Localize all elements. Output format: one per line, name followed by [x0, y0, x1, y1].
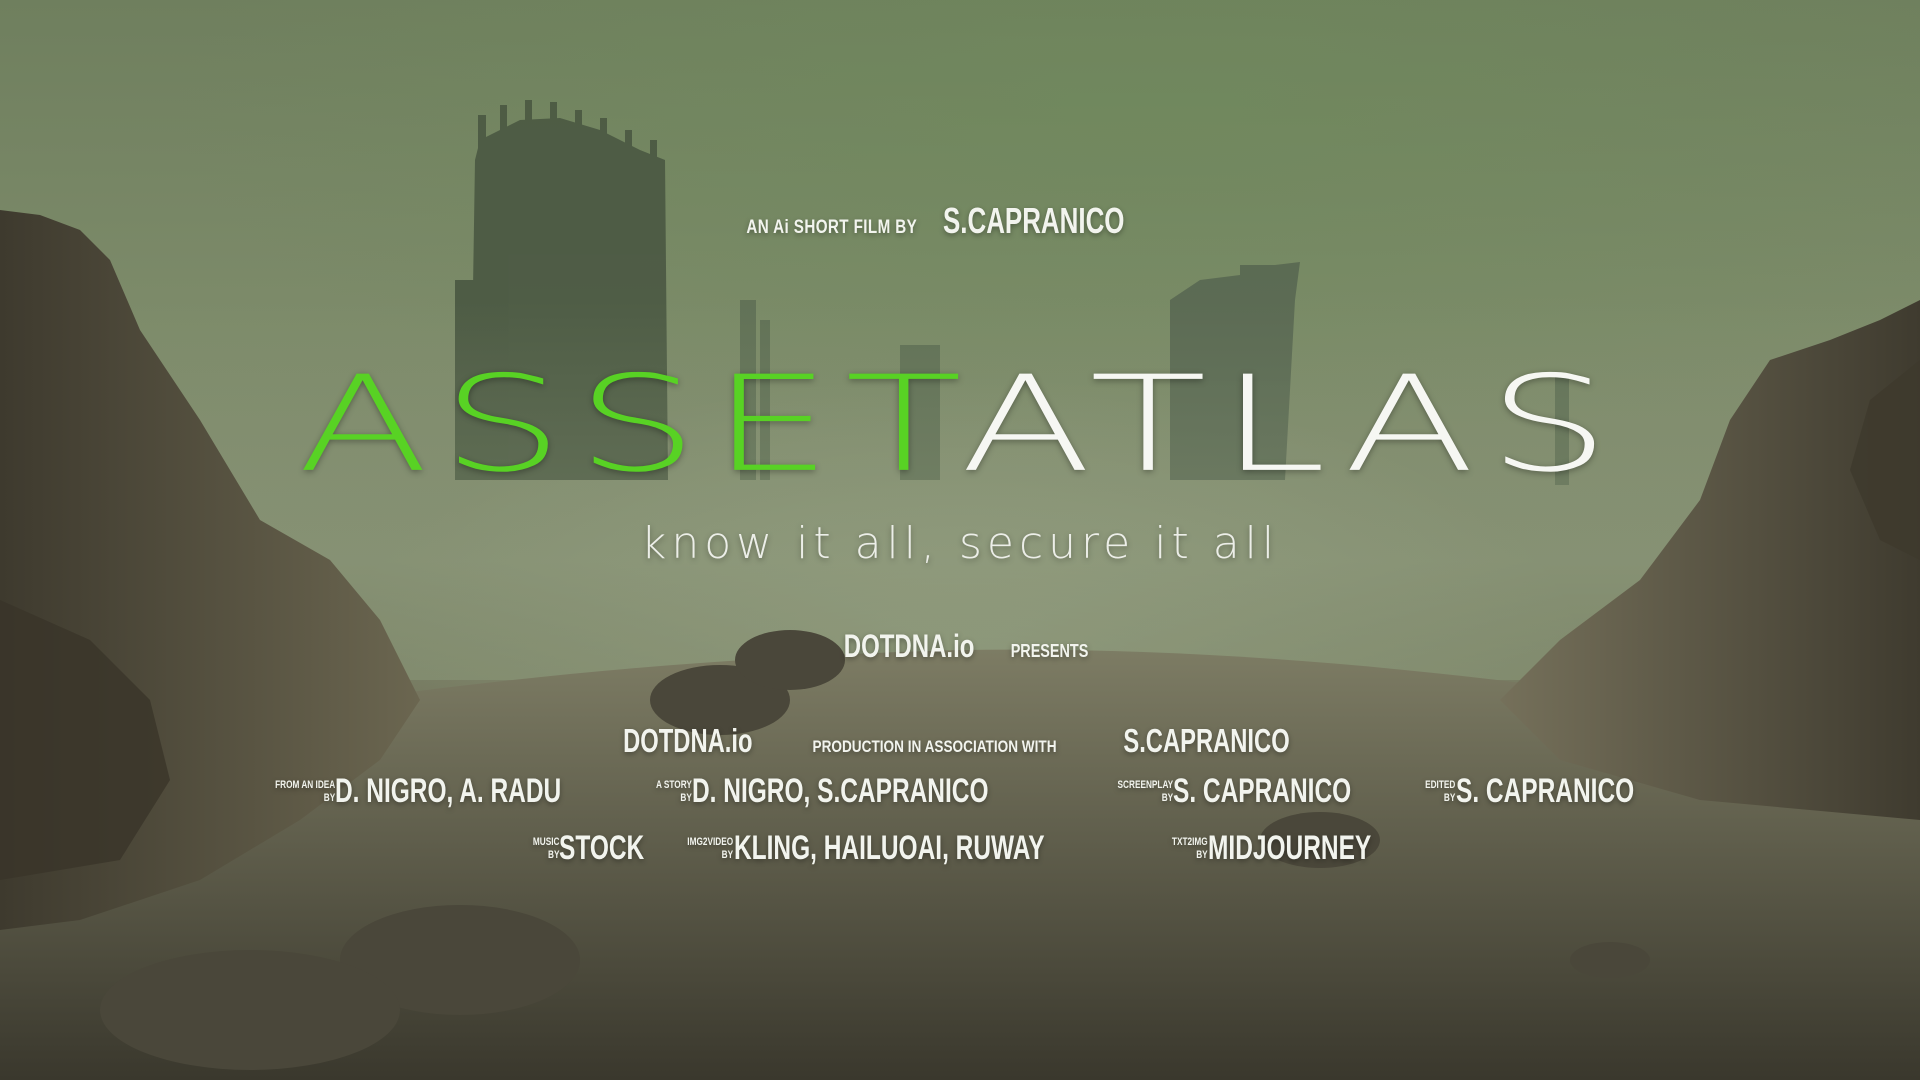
top-credit-line: AN Ai SHORT FILM BY S.CAPRANICO — [0, 200, 1920, 242]
credit-item: TXT2IMG BY MIDJOURNEY — [1160, 829, 1397, 868]
credit-item: FROM AN IDEA BY D. NIGRO, A. RADU — [255, 772, 612, 811]
top-credit-author: S.CAPRANICO — [943, 200, 1125, 241]
credit-name: D. NIGRO, A. RADU — [335, 772, 562, 810]
credit-item: EDITED BY S. CAPRANICO — [1415, 772, 1665, 811]
credit-role: TXT2IMG BY — [1171, 835, 1208, 861]
presents-line: DOTDNA.io PRESENTS — [0, 628, 1920, 665]
credit-name: KLING, HAILUOAI, RUWAY — [733, 829, 1045, 867]
film-title: ASSETATLAS — [0, 359, 1920, 491]
credit-role: A STORY BY — [655, 778, 692, 804]
production-company: DOTDNA.io — [622, 722, 753, 759]
top-credit-prefix: AN Ai SHORT FILM BY — [746, 217, 918, 238]
credit-role: FROM AN IDEA BY — [274, 778, 335, 804]
credit-role: IMG2VIDEO BY — [687, 835, 734, 861]
credit-item: IMG2VIDEO BY KLING, HAILUOAI, RUWAY — [672, 829, 1127, 868]
credit-name: S. CAPRANICO — [1173, 772, 1352, 810]
credit-role: MUSIC BY — [532, 835, 559, 861]
title-part-atlas: ATLAS — [960, 348, 1623, 502]
credits-row-2: FROM AN IDEA BY D. NIGRO, A. RADU A STORY… — [0, 772, 1920, 811]
credit-role: EDITED BY — [1425, 778, 1456, 804]
presents-label: PRESENTS — [1010, 641, 1089, 661]
credits-row-3: MUSIC BY STOCK IMG2VIDEO BY KLING, HAILUOA… — [0, 829, 1920, 868]
production-line: DOTDNA.io PRODUCTION IN ASSOCIATION WITH… — [0, 722, 1920, 760]
credit-name: MIDJOURNEY — [1207, 829, 1371, 867]
tagline: know it all, secure it all — [640, 518, 1280, 569]
credit-name: S. CAPRANICO — [1455, 772, 1635, 810]
credits-overlay: AN Ai SHORT FILM BY S.CAPRANICO ASSETATL… — [0, 0, 1920, 1080]
credit-item: MUSIC BY STOCK — [524, 829, 644, 868]
movie-poster: AN Ai SHORT FILM BY S.CAPRANICO ASSETATL… — [0, 0, 1920, 1080]
credit-item: A STORY BY D. NIGRO, S.CAPRANICO — [644, 772, 1066, 811]
credit-name: STOCK — [559, 829, 645, 867]
credit-role: SCREENPLAY BY — [1117, 778, 1173, 804]
production-partner: S.CAPRANICO — [1123, 722, 1290, 759]
presents-company: DOTDNA.io — [843, 628, 975, 664]
credit-name: D. NIGRO, S.CAPRANICO — [692, 772, 989, 810]
production-association: PRODUCTION IN ASSOCIATION WITH — [812, 737, 1057, 756]
credit-item: SCREENPLAY BY S. CAPRANICO — [1099, 772, 1383, 811]
title-part-asset: ASSET — [297, 348, 961, 502]
